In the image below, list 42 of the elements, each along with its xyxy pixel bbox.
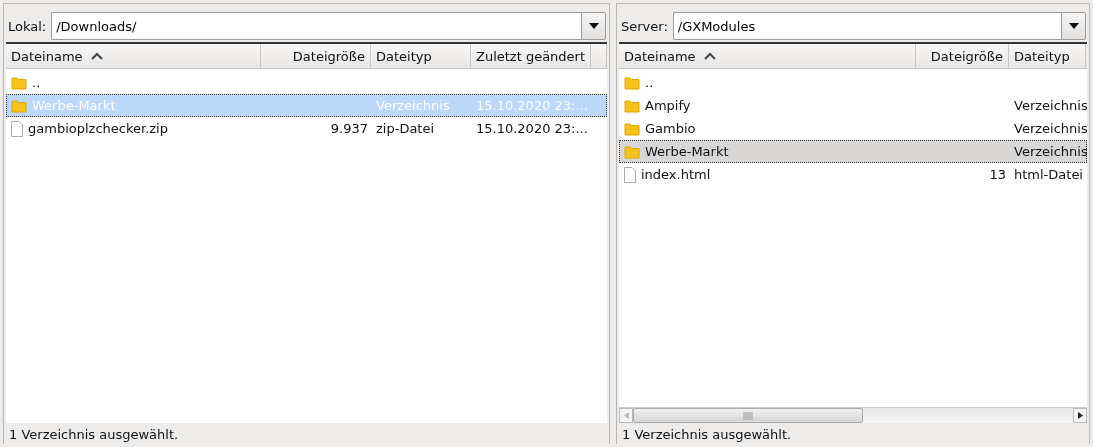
file-icon: [11, 120, 23, 137]
file-cell: Ampify: [645, 98, 691, 113]
file-cell: Verzeichnis: [1014, 121, 1087, 136]
file-cell: Gambio: [645, 121, 696, 136]
path-field[interactable]: /GXModules: [672, 12, 1061, 40]
dropdown-button[interactable]: [1061, 12, 1086, 40]
file-cell: 15.10.2020 23:...: [476, 98, 588, 113]
file-cell: gambioplzchecker.zip: [28, 121, 168, 136]
folder-icon: [624, 121, 640, 136]
caret-icon: [588, 23, 599, 29]
file-cell: index.html: [641, 167, 711, 182]
grip-icon: [743, 411, 753, 420]
file-cell: Werbe-Markt: [645, 144, 729, 159]
file-cell: ..: [645, 75, 654, 90]
scroll-right-button[interactable]: [1073, 408, 1087, 423]
path-label: Lokal:: [8, 18, 47, 34]
folder-icon: [11, 75, 27, 90]
file-cell: 9.937: [330, 121, 368, 136]
file-cell: Verzeichnis: [1014, 144, 1087, 159]
folder-icon: [11, 98, 27, 113]
folder-icon: [624, 75, 640, 90]
scrollbar-thumb[interactable]: [633, 408, 863, 423]
file-cell: Verzeichnis: [376, 98, 450, 113]
path-field[interactable]: /Downloads/: [51, 12, 581, 40]
caret-icon: [1068, 23, 1079, 29]
file-icon: [624, 166, 636, 183]
dropdown-button[interactable]: [581, 12, 606, 40]
folder-icon: [624, 98, 640, 113]
path-label: Server:: [621, 18, 668, 34]
right-arrow-icon: [1077, 412, 1083, 419]
file-cell: ..: [32, 75, 41, 90]
file-cell: 13: [989, 167, 1006, 182]
file-cell: zip-Datei: [376, 121, 435, 136]
horizontal-scrollbar[interactable]: [619, 407, 1087, 423]
file-cell: Verzeichnis: [1014, 98, 1087, 113]
status-text: 1 Verzeichnis ausgewählt.: [621, 425, 793, 444]
file-cell: html-Datei: [1014, 167, 1083, 182]
status-text: 1 Verzeichnis ausgewählt.: [8, 425, 180, 444]
left-arrow-icon: [623, 412, 629, 419]
file-cell: 15.10.2020 23:...: [476, 121, 588, 136]
folder-icon: [624, 144, 640, 159]
file-cell: Werbe-Markt: [32, 98, 116, 113]
